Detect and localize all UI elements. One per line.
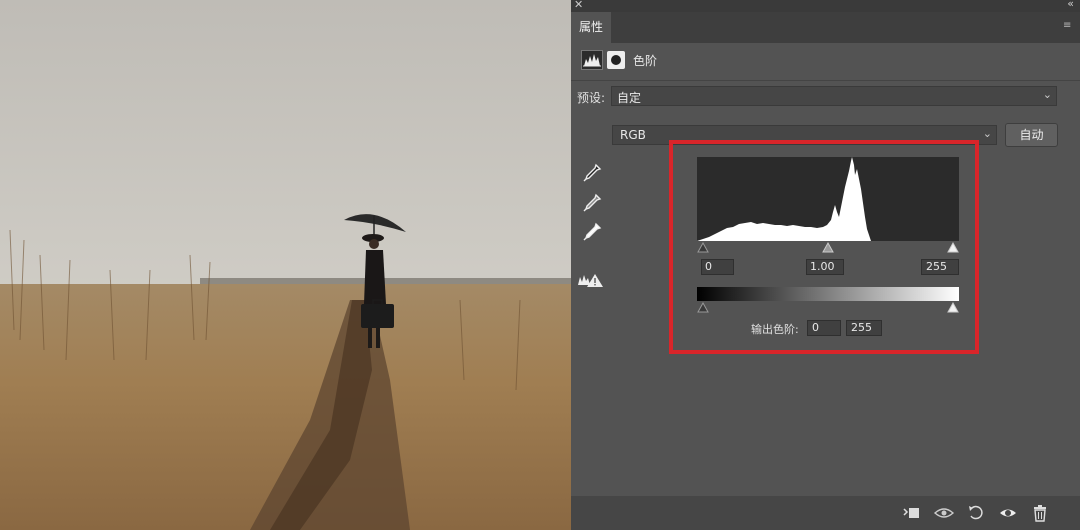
preset-value: 自定: [617, 91, 642, 105]
white-point-eyedropper-icon[interactable]: [581, 221, 603, 243]
adjustment-title: 色阶: [633, 54, 658, 68]
clip-to-layer-icon[interactable]: [902, 504, 920, 522]
properties-panel: ✕ « 属性 ≡ 色阶 预设: 自定 ⌄ RGB ⌄ 自动 0 1.00 255…: [571, 0, 1080, 530]
background-photo: [0, 0, 571, 530]
tab-bar: 属性 ≡: [571, 12, 1080, 43]
preset-label: 预设:: [577, 91, 606, 105]
view-previous-state-icon[interactable]: [933, 504, 955, 522]
levels-icon: [581, 50, 603, 70]
collapse-icon[interactable]: «: [1067, 0, 1074, 10]
close-icon[interactable]: ✕: [574, 0, 583, 11]
channel-value: RGB: [620, 128, 646, 142]
gray-point-eyedropper-icon[interactable]: [581, 192, 603, 214]
highlight-box: [669, 140, 979, 354]
tab-properties[interactable]: 属性: [571, 12, 611, 43]
black-point-eyedropper-icon[interactable]: [581, 162, 603, 184]
panel-menu-icon[interactable]: ≡: [1063, 21, 1074, 31]
reset-icon[interactable]: [967, 504, 985, 522]
clipping-warning-icon[interactable]: [577, 272, 605, 288]
visibility-eye-icon[interactable]: [999, 504, 1017, 522]
chevron-down-icon: ⌄: [982, 127, 992, 140]
auto-button[interactable]: 自动: [1005, 123, 1058, 147]
divider: [571, 80, 1080, 81]
panel-title-strip: ✕ «: [571, 0, 1080, 12]
bottom-toolbar: [571, 496, 1080, 530]
preset-select[interactable]: 自定 ⌄: [611, 86, 1057, 106]
chevron-down-icon: ⌄: [1042, 88, 1052, 101]
trash-icon[interactable]: [1031, 504, 1049, 522]
mask-icon[interactable]: [607, 51, 625, 69]
